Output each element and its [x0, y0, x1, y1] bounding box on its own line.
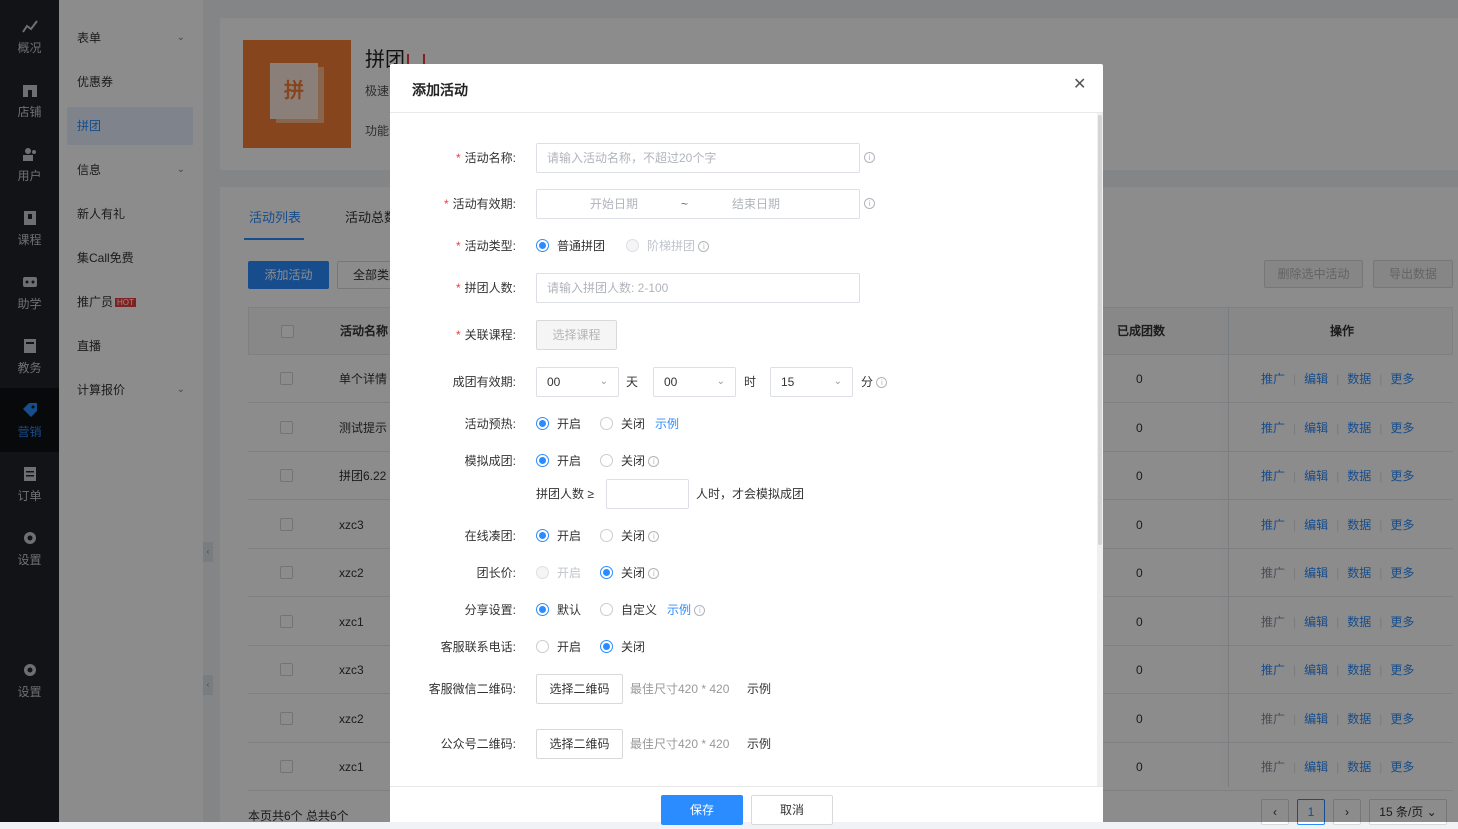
minutes-select[interactable]: 15 ⌄ — [770, 367, 853, 397]
mock-off-radio[interactable]: 关闭 i — [600, 446, 660, 476]
dialog-scrollbar[interactable] — [1097, 113, 1103, 786]
form-row-period: * 活动有效期: 开始日期 ~ 结束日期 i — [390, 189, 1090, 219]
dialog-header: 添加活动 ✕ — [390, 64, 1103, 113]
share-example-link[interactable]: 示例 — [667, 603, 691, 617]
form-row-preheat: 活动预热: 开启 关闭 示例 — [390, 409, 1090, 439]
form-row-phone: 客服联系电话: 开启 关闭 — [390, 632, 1090, 662]
hours-select[interactable]: 00 ⌄ — [653, 367, 736, 397]
add-activity-dialog: 添加活动 ✕ * 活动名称: 请输入活动名称，不超过20个字 i * 活动有效期: … — [390, 64, 1103, 825]
chevron-down-icon: ⌄ — [599, 376, 608, 387]
cancel-button[interactable]: 取消 — [751, 795, 833, 825]
preheat-off-radio[interactable]: 关闭 — [600, 409, 645, 439]
chevron-down-icon: ⌄ — [833, 376, 842, 387]
form-row-validity: 成团有效期: 00 ⌄ 天 00 ⌄ 时 15 ⌄ 分 i — [390, 367, 1090, 397]
form-row-official-qr: 公众号二维码: 选择二维码 最佳尺寸420 * 420 示例 — [390, 729, 1090, 759]
info-icon: i — [648, 456, 660, 468]
share-custom-radio[interactable]: 自定义 — [600, 595, 657, 625]
days-select[interactable]: 00 ⌄ — [536, 367, 619, 397]
select-course-button[interactable]: 选择课程 — [536, 320, 617, 350]
form-row-course: * 关联课程: 选择课程 — [390, 320, 1090, 350]
info-icon: i — [648, 531, 660, 543]
group-size-input[interactable]: 请输入拼团人数: 2-100 — [536, 273, 860, 303]
mock-on-radio[interactable]: 开启 — [536, 446, 581, 476]
form-row-name: * 活动名称: 请输入活动名称，不超过20个字 i — [390, 143, 1090, 173]
form-row-online: 在线凑团: 开启 关闭 i — [390, 521, 1090, 551]
radio-normal-group[interactable]: 普通拼团 — [536, 231, 605, 261]
select-official-qr-button[interactable]: 选择二维码 — [536, 729, 623, 759]
end-date-input[interactable]: 结束日期 — [732, 190, 780, 218]
mock-threshold-input[interactable] — [606, 479, 689, 509]
official-qr-example-link[interactable]: 示例 — [747, 729, 771, 759]
preheat-on-radio[interactable]: 开启 — [536, 409, 581, 439]
info-icon: i — [698, 241, 710, 253]
share-default-radio[interactable]: 默认 — [536, 595, 581, 625]
leader-on-radio[interactable]: 开启 — [536, 558, 581, 588]
info-icon: i — [694, 605, 706, 617]
radio-tier-group[interactable]: 阶梯拼团 i — [626, 231, 710, 261]
form-row-size: * 拼团人数: 请输入拼团人数: 2-100 — [390, 273, 1090, 303]
form-row-leader: 团长价: 开启 关闭 i — [390, 558, 1090, 588]
info-icon: i — [648, 568, 660, 580]
date-range-picker[interactable]: 开始日期 ~ 结束日期 — [536, 189, 860, 219]
info-icon: i — [876, 377, 888, 389]
form-row-mock-threshold: 拼团人数 ≥ 人时，才会模拟成团 — [390, 479, 1090, 509]
chevron-down-icon: ⌄ — [716, 376, 725, 387]
select-wechat-qr-button[interactable]: 选择二维码 — [536, 674, 623, 704]
form-row-share: 分享设置: 默认 自定义 示例 i — [390, 595, 1090, 625]
info-icon: i — [864, 152, 875, 163]
form-row-type: * 活动类型: 普通拼团 阶梯拼团 i — [390, 231, 1090, 261]
phone-on-radio[interactable]: 开启 — [536, 632, 581, 662]
phone-off-radio[interactable]: 关闭 — [600, 632, 645, 662]
close-icon[interactable]: ✕ — [1073, 77, 1087, 93]
form-row-mock: 模拟成团: 开启 关闭 i — [390, 446, 1090, 476]
preheat-example-link[interactable]: 示例 — [655, 409, 679, 439]
online-on-radio[interactable]: 开启 — [536, 521, 581, 551]
wechat-qr-example-link[interactable]: 示例 — [747, 674, 771, 704]
leader-off-radio[interactable]: 关闭 i — [600, 558, 660, 588]
dialog-footer: 保存 取消 — [390, 786, 1103, 825]
info-icon: i — [864, 198, 875, 209]
start-date-input[interactable]: 开始日期 — [590, 190, 638, 218]
online-off-radio[interactable]: 关闭 i — [600, 521, 660, 551]
save-button[interactable]: 保存 — [661, 795, 743, 825]
form-row-wechat-qr: 客服微信二维码: 选择二维码 最佳尺寸420 * 420 示例 — [390, 674, 1090, 704]
activity-name-input[interactable]: 请输入活动名称，不超过20个字 — [536, 143, 860, 173]
dialog-title: 添加活动 — [412, 82, 468, 98]
